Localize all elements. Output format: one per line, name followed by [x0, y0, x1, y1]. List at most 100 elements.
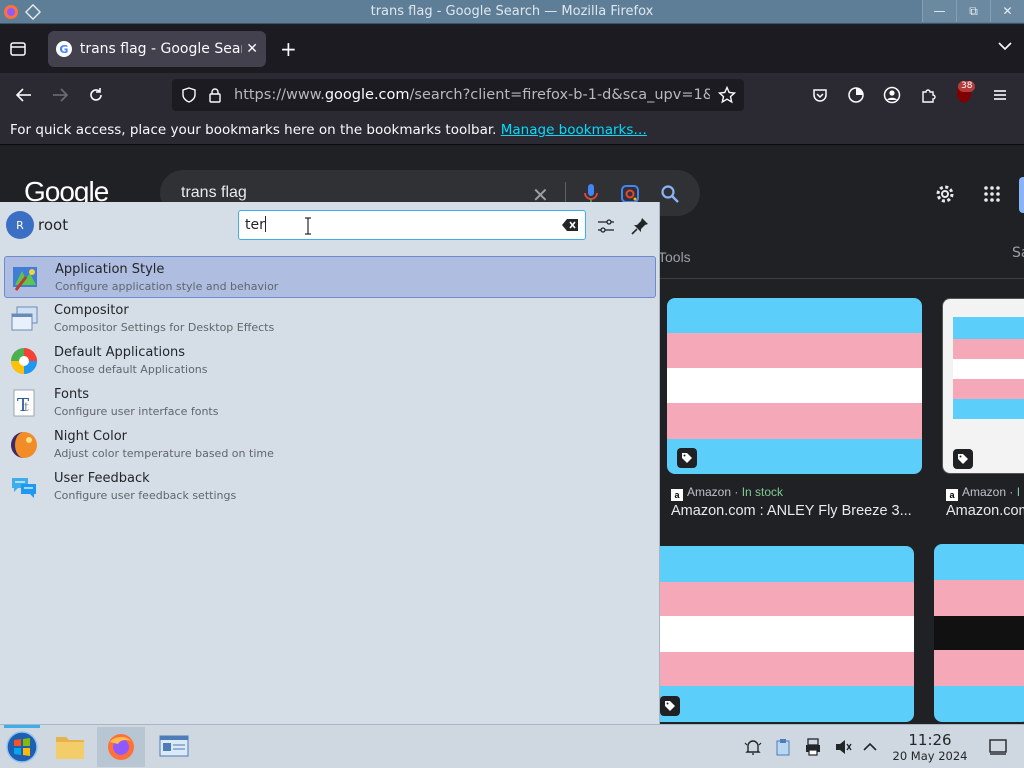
launcher-search-input[interactable]: ter	[238, 210, 586, 240]
taskbar-system-settings[interactable]	[152, 727, 196, 767]
maximize-button[interactable]: ⧉	[956, 0, 990, 22]
pin-icon[interactable]	[629, 215, 651, 237]
result-description: Configure application style and behavior	[55, 280, 279, 293]
pocket-icon[interactable]	[808, 83, 832, 107]
show-desktop-icon[interactable]	[988, 737, 1008, 757]
result-description: Compositor Settings for Desktop Effects	[54, 321, 275, 334]
result-name: Fonts	[54, 387, 90, 402]
text-caret	[264, 216, 266, 232]
address-bar[interactable]: https://www.google.com/search?client=fir…	[172, 79, 744, 111]
night-color-icon	[8, 429, 40, 461]
taskbar: 11:26 20 May 2024	[0, 724, 1024, 768]
launcher-header: R root ter	[0, 202, 660, 248]
launcher-results: Application Style Configure application …	[4, 256, 656, 508]
bookmarks-message: For quick access, place your bookmarks h…	[10, 122, 497, 138]
search-divider	[565, 182, 566, 204]
window-title: trans flag - Google Search — Mozilla Fir…	[370, 4, 654, 19]
application-style-icon	[9, 262, 41, 294]
launcher-query-text: ter	[245, 217, 265, 233]
result-night-color[interactable]: Night Color Adjust color temperature bas…	[4, 424, 656, 466]
launcher-panel: R root ter Application Style Configure a…	[0, 202, 660, 724]
result-description: Configure user interface fonts	[54, 405, 219, 418]
default-applications-icon	[8, 345, 40, 377]
notifications-icon[interactable]	[743, 737, 763, 757]
svg-text:t: t	[24, 400, 29, 414]
user-name: root	[38, 216, 69, 234]
result-name: Night Color	[54, 429, 127, 444]
amazon-favicon-icon: a	[946, 489, 958, 501]
result-image-3[interactable]	[640, 546, 914, 722]
fonts-icon: Tt	[8, 387, 40, 419]
amazon-favicon-icon: a	[671, 489, 683, 501]
clipboard-icon[interactable]	[773, 737, 793, 757]
safesearch-label[interactable]: Sa	[1012, 245, 1024, 261]
tab-strip: G trans flag - Google Search ✕ +	[0, 25, 1024, 73]
window-titlebar: trans flag - Google Search — Mozilla Fir…	[0, 0, 1024, 24]
text-cursor-icon	[304, 217, 312, 239]
url-text[interactable]: https://www.google.com/search?client=fir…	[234, 79, 710, 111]
extension-badge: 38	[958, 81, 976, 92]
result-name: User Feedback	[54, 471, 150, 486]
result-caption-1[interactable]: Amazon.com : ANLEY Fly Breeze 3...	[671, 503, 921, 519]
manage-bookmarks-link[interactable]: Manage bookmarks…	[501, 122, 647, 138]
google-apps-icon[interactable]	[981, 183, 1003, 205]
volume-muted-icon[interactable]	[833, 737, 853, 757]
app-menu-icon[interactable]	[988, 83, 1012, 107]
settings-gear-icon[interactable]	[934, 183, 956, 205]
result-description: Adjust color temperature based on time	[54, 447, 274, 460]
tab-title: trans flag - Google Search	[79, 41, 242, 57]
taskbar-file-manager[interactable]	[48, 727, 92, 767]
shopping-tag-icon	[677, 448, 697, 468]
results-divider	[658, 278, 1024, 279]
search-icon[interactable]	[659, 183, 681, 205]
result-default-applications[interactable]: Default Applications Choose default Appl…	[4, 340, 656, 382]
clear-text-icon[interactable]	[561, 217, 579, 237]
result-description: Choose default Applications	[54, 363, 208, 376]
configure-icon[interactable]	[595, 215, 617, 237]
minimize-button[interactable]: —	[922, 0, 956, 22]
new-tab-icon[interactable]: +	[280, 37, 297, 61]
show-hidden-icons-icon[interactable]	[860, 737, 880, 757]
google-favicon-icon: G	[56, 41, 72, 57]
lock-icon[interactable]	[206, 86, 224, 104]
tools-tab[interactable]: Tools	[658, 249, 691, 265]
list-all-tabs-icon[interactable]	[998, 39, 1012, 55]
reload-icon[interactable]	[84, 83, 108, 107]
shopping-tag-icon	[660, 696, 680, 716]
printer-icon[interactable]	[803, 737, 823, 757]
result-caption-2[interactable]: Amazon.com	[946, 503, 1024, 519]
result-name: Compositor	[54, 303, 129, 318]
taskbar-firefox[interactable]	[97, 727, 145, 767]
clock[interactable]: 11:26 20 May 2024	[886, 731, 974, 763]
close-tab-icon[interactable]: ✕	[246, 41, 258, 57]
bookmarks-toolbar: For quick access, place your bookmarks h…	[0, 117, 1024, 145]
back-icon[interactable]	[12, 83, 36, 107]
sign-in-button[interactable]	[1019, 177, 1024, 213]
firefox-view-icon[interactable]	[8, 39, 28, 63]
pie-chart-extension-icon[interactable]	[844, 83, 868, 107]
forward-icon[interactable]	[48, 83, 72, 107]
result-application-style[interactable]: Application Style Configure application …	[4, 256, 656, 298]
tracking-protection-icon[interactable]	[180, 86, 198, 104]
compositor-icon	[8, 303, 40, 335]
result-name: Application Style	[55, 262, 165, 277]
result-image-2[interactable]	[942, 298, 1024, 474]
result-user-feedback[interactable]: User Feedback Configure user feedback se…	[4, 466, 656, 508]
application-launcher-button[interactable]	[0, 727, 44, 767]
result-compositor[interactable]: Compositor Compositor Settings for Deskt…	[4, 298, 656, 340]
account-icon[interactable]	[880, 83, 904, 107]
result-source-2[interactable]: a Amazon · I	[946, 485, 1020, 501]
clock-time: 11:26	[908, 731, 952, 749]
result-image-1[interactable]	[667, 298, 922, 474]
extensions-icon[interactable]	[916, 83, 940, 107]
user-avatar[interactable]: R	[6, 211, 34, 239]
close-window-button[interactable]: ✕	[990, 0, 1024, 22]
result-source-1[interactable]: a Amazon · In stock	[671, 485, 783, 501]
tab-google-search[interactable]: G trans flag - Google Search ✕	[48, 31, 266, 67]
result-description: Configure user feedback settings	[54, 489, 237, 502]
shopping-tag-icon	[953, 449, 973, 469]
clock-date: 20 May 2024	[892, 749, 968, 763]
result-image-4[interactable]	[934, 544, 1024, 722]
result-fonts[interactable]: Tt Fonts Configure user interface fonts	[4, 382, 656, 424]
bookmark-star-icon[interactable]	[718, 86, 736, 104]
